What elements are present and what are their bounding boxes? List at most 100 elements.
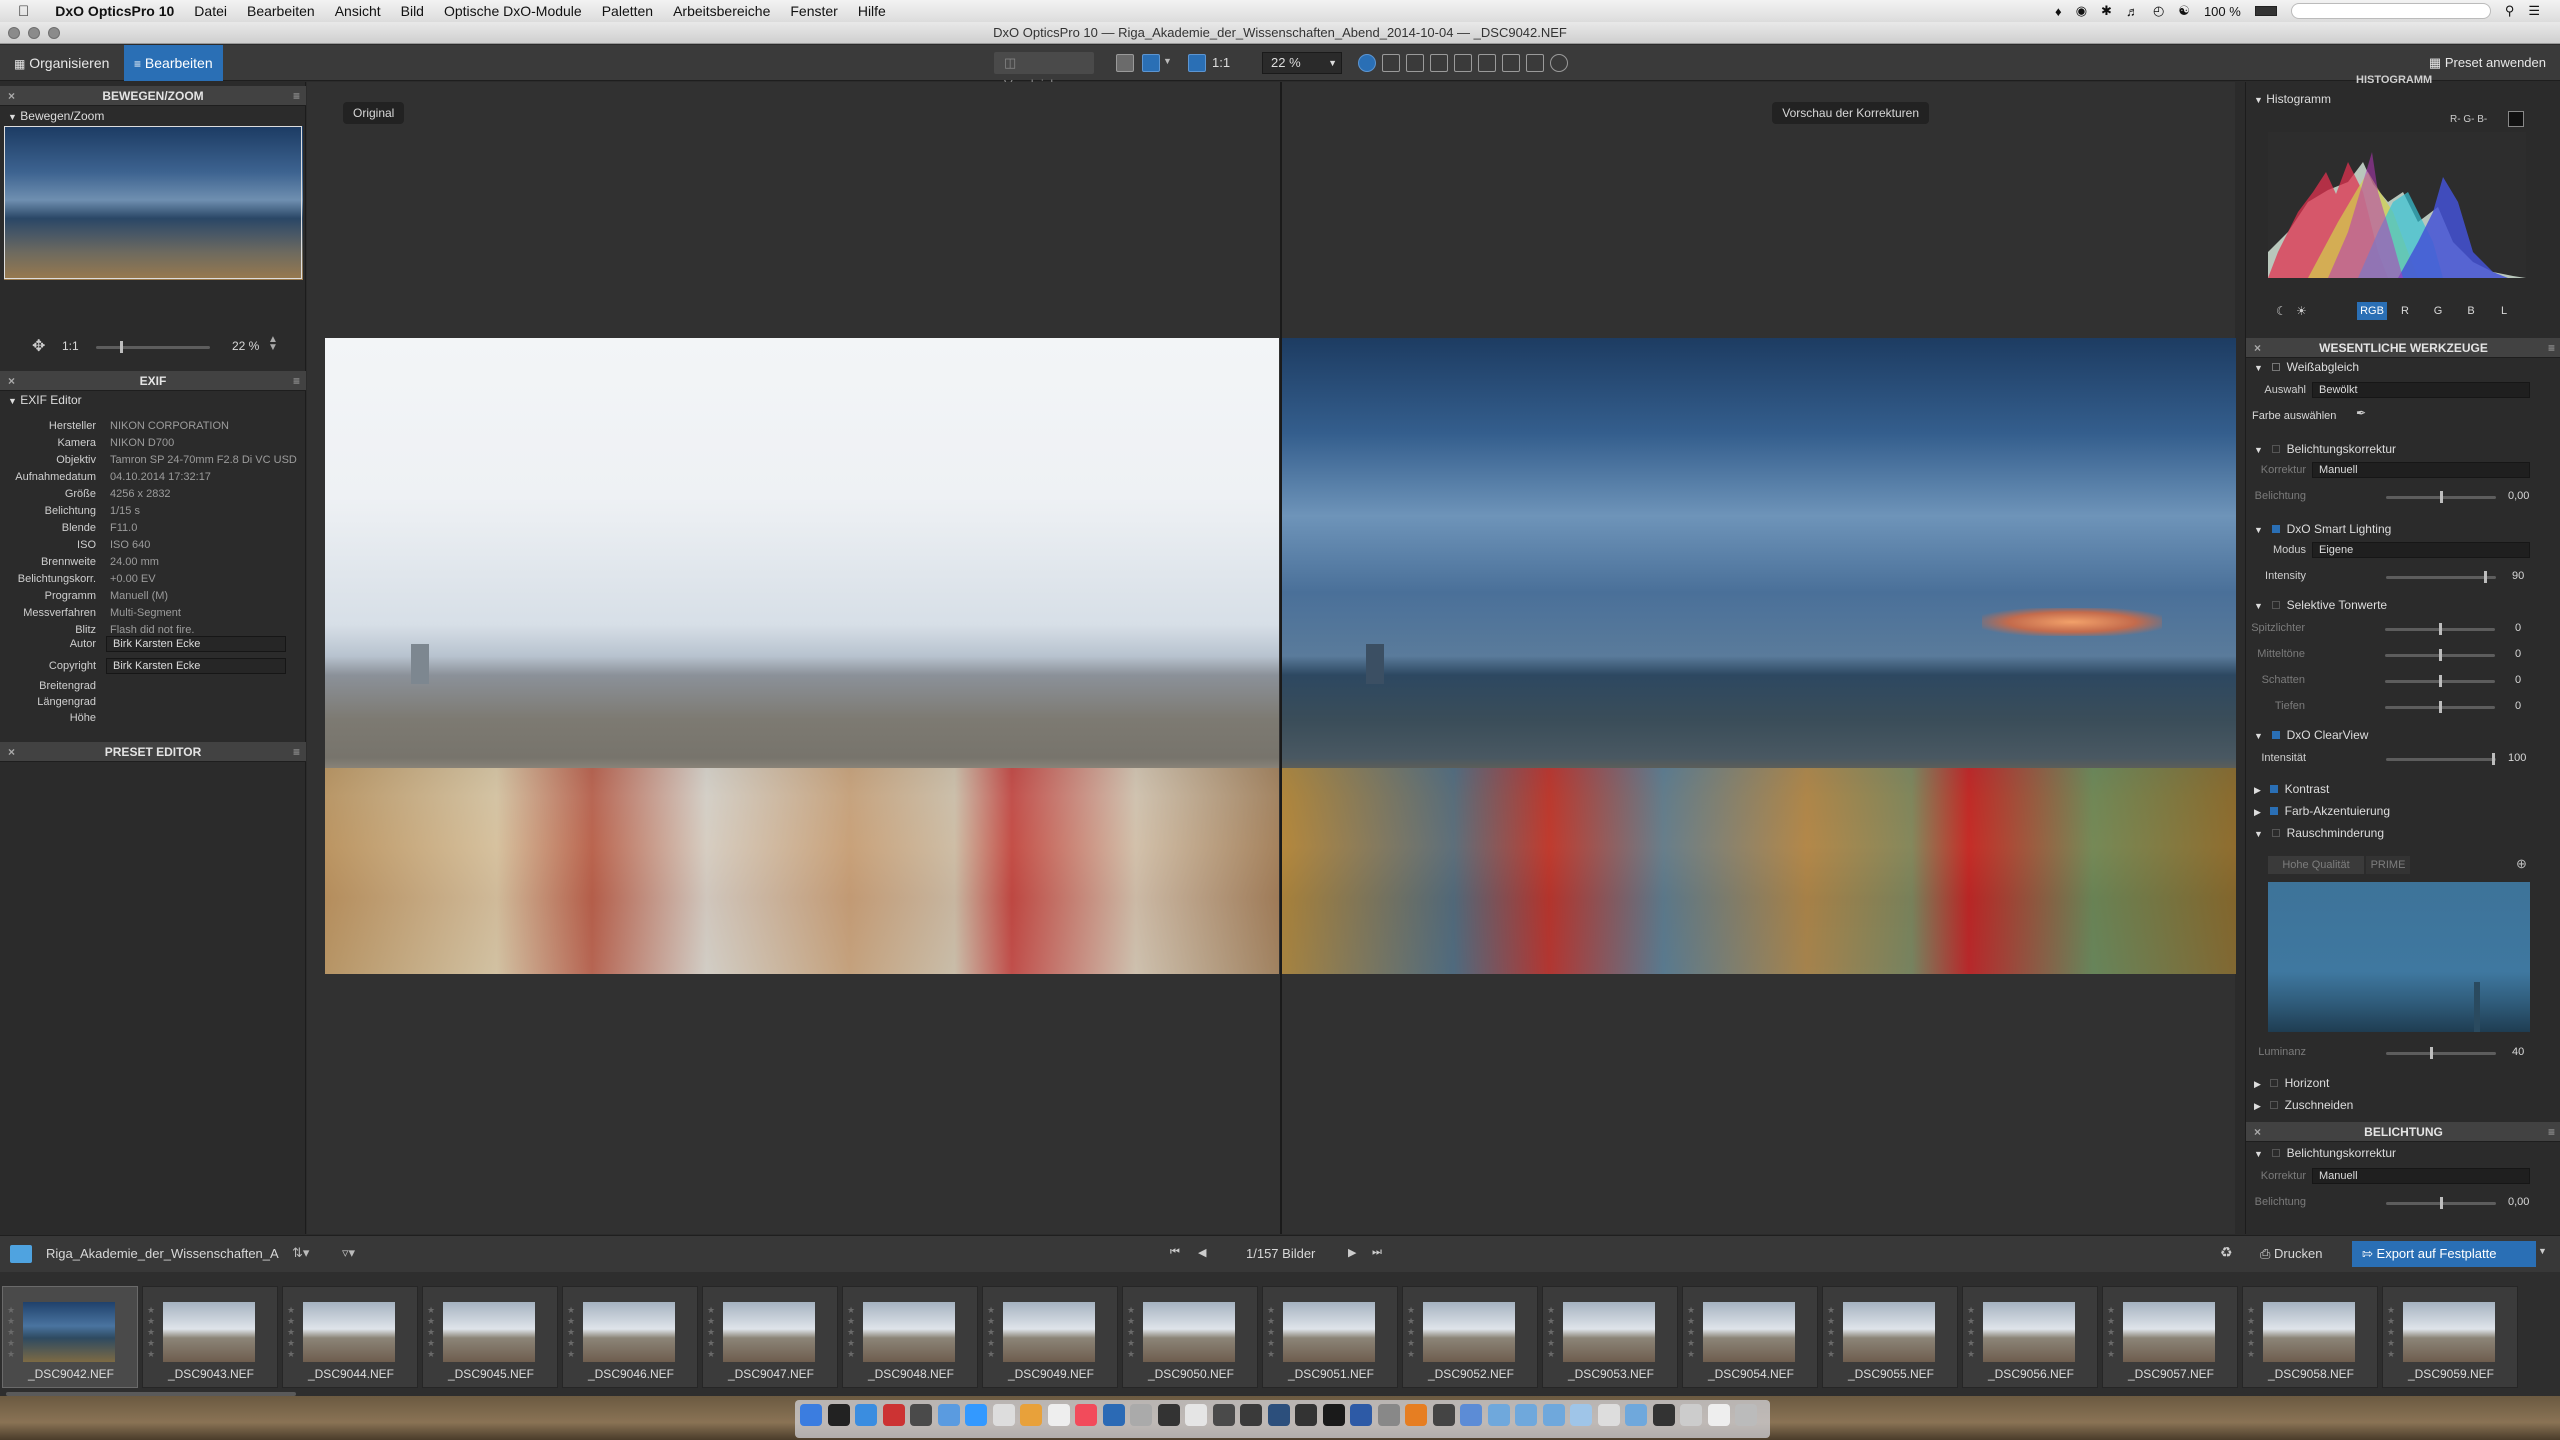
shadow-clipping-icon[interactable]: ☾ [2276,304,2287,318]
rating-stars-icon[interactable]: ★ ★ ★ ★ ★ [287,1305,297,1360]
enable-checkbox[interactable] [2270,1101,2279,1109]
filmstrip-thumbnail[interactable]: ★ ★ ★ ★ ★ _DSC9043.NEF [142,1286,278,1388]
repair-brush-icon[interactable] [1526,54,1544,72]
noise-luminance-value[interactable]: 40 [2512,1044,2524,1060]
enable-checkbox[interactable] [2272,363,2281,371]
music-icon[interactable] [1075,1404,1097,1426]
document-icon[interactable] [1597,1404,1620,1426]
word-icon[interactable] [1102,1404,1125,1426]
zoom-window-button[interactable] [48,27,60,39]
smart-mode-select[interactable]: Eigene [2312,542,2530,558]
app-icon[interactable] [1240,1404,1262,1426]
app-icon[interactable] [1185,1404,1207,1426]
filmstrip-thumbnail[interactable]: ★ ★ ★ ★ ★ _DSC9059.NEF [2382,1286,2518,1388]
perspective-rect-icon[interactable] [1478,54,1496,72]
list-icon[interactable]: ☰ [2528,3,2540,19]
menu-bild[interactable]: Bild [391,3,434,19]
notes-icon[interactable] [992,1404,1015,1426]
menu-arbeitsbereiche[interactable]: Arbeitsbereiche [663,3,780,19]
rating-stars-icon[interactable]: ★ ★ ★ ★ ★ [2247,1305,2257,1360]
enable-checkbox[interactable] [2270,1079,2279,1087]
filmstrip-thumbnail[interactable]: ★ ★ ★ ★ ★ _DSC9050.NEF [1122,1286,1258,1388]
panel-menu-icon[interactable]: ≡ [293,371,300,391]
channel-button-g[interactable]: G [2423,302,2453,320]
exposure2-corr-select[interactable]: Manuell [2312,1168,2530,1184]
smart-intensity-value[interactable]: 90 [2512,568,2524,584]
rating-stars-icon[interactable]: ★ ★ ★ ★ ★ [427,1305,437,1360]
enable-checkbox[interactable] [2270,807,2279,815]
exposure2-value[interactable]: 0,00 [2508,1194,2529,1210]
crop-tool-icon[interactable] [1382,54,1400,72]
filmstrip-thumbnail[interactable]: ★ ★ ★ ★ ★ _DSC9054.NEF [1682,1286,1818,1388]
filmstrip-thumbnail[interactable]: ★ ★ ★ ★ ★ _DSC9042.NEF [2,1286,138,1388]
photoshop-icon[interactable] [1267,1404,1290,1426]
filmstrip-thumbnail[interactable]: ★ ★ ★ ★ ★ _DSC9049.NEF [982,1286,1118,1388]
tone-slider[interactable] [2385,623,2495,635]
image-viewer[interactable]: Original Vorschau der Korrekturen [307,82,2236,1234]
filmstrip-thumbnail[interactable]: ★ ★ ★ ★ ★ _DSC9055.NEF [1822,1286,1958,1388]
menu-paletten[interactable]: Paletten [592,3,663,19]
original-photo[interactable] [325,338,1279,974]
tone-slider[interactable] [2385,701,2495,713]
copyright-field[interactable]: Birk Karsten Ecke [106,658,286,674]
organize-tab[interactable]: ▦ Organisieren [4,49,119,77]
itunes-icon[interactable] [1020,1404,1042,1426]
noise-prime-button[interactable]: PRIME [2366,856,2410,874]
navigator-viewport-frame[interactable] [4,126,302,279]
menu-app-name[interactable]: DxO OpticsPro 10 [39,3,184,19]
app-icon[interactable] [1157,1404,1180,1426]
tone-slider-knob[interactable] [2439,675,2442,687]
red-eye-icon[interactable] [1550,54,1568,72]
export-chevron-icon[interactable]: ▼ [2538,1246,2547,1256]
highlight-clipping-icon[interactable]: ☀ [2296,304,2307,318]
picker-tool-icon[interactable] [1406,54,1424,72]
filmstrip-thumbnail[interactable]: ★ ★ ★ ★ ★ _DSC9046.NEF [562,1286,698,1388]
trash-icon[interactable] [1735,1404,1757,1426]
menu-hilfe[interactable]: Hilfe [848,3,896,19]
close-panel-icon[interactable]: × [8,742,15,762]
filmstrip-thumbnail[interactable]: ★ ★ ★ ★ ★ _DSC9053.NEF [1542,1286,1678,1388]
rating-stars-icon[interactable]: ★ ★ ★ ★ ★ [1827,1305,1837,1360]
move-zoom-subheader[interactable]: ▼ Bewegen/Zoom [8,109,104,123]
exposure-value[interactable]: 0,00 [2508,488,2529,504]
folder-icon[interactable] [1570,1404,1592,1426]
folder-icon[interactable] [1515,1404,1537,1426]
close-panel-icon[interactable]: × [8,371,15,391]
horizon-header[interactable]: ▶ Horizont [2254,1076,2329,1090]
zoom-select[interactable]: 22 % ▼ [1262,52,1342,74]
move-icon[interactable] [1188,54,1206,72]
folder-icon[interactable] [1487,1404,1510,1426]
rating-stars-icon[interactable]: ★ ★ ★ ★ ★ [1127,1305,1137,1360]
app-icon[interactable] [1432,1404,1455,1426]
noise-luminance-slider[interactable] [2386,1047,2496,1059]
app-icon[interactable] [1652,1404,1675,1426]
smart-intensity-knob[interactable] [2484,571,2487,583]
dropbox-icon[interactable]: ♦ [2055,4,2062,19]
wb-select[interactable]: Bewölkt [2312,382,2530,398]
channel-button-l[interactable]: L [2489,302,2519,320]
enable-checkbox[interactable] [2272,829,2281,837]
last-image-icon[interactable]: ⏭ [1372,1246,1382,1259]
tone-slider-knob[interactable] [2439,649,2442,661]
filter-icon[interactable]: ▿▾ [342,1245,355,1261]
rating-stars-icon[interactable]: ★ ★ ★ ★ ★ [2387,1305,2397,1360]
exposure-section-header[interactable]: ▼ Belichtungskorrektur [2254,442,2396,456]
hand-tool-icon[interactable] [1358,54,1376,72]
tone-value[interactable]: 0 [2515,698,2521,714]
apple-icon[interactable]:  [0,3,39,20]
app-icon[interactable] [1130,1404,1152,1426]
author-field[interactable]: Birk Karsten Ecke [106,636,286,652]
eyedropper-icon[interactable]: ✒ [2356,406,2366,420]
clearview-value[interactable]: 100 [2508,750,2526,766]
archive-icon[interactable] [910,1404,932,1426]
noise-preview[interactable] [2268,882,2530,1032]
bluetooth-icon[interactable]: ✱ [2101,3,2112,19]
clearview-header[interactable]: ▼ DxO ClearView [2254,728,2368,742]
panel-menu-icon[interactable]: ≡ [293,86,300,106]
apply-preset-button[interactable]: ▦ Preset anwenden [2419,49,2556,77]
compare-button[interactable]: ◫ Vergleichen [994,52,1094,92]
single-view-icon[interactable] [1116,54,1134,72]
noise-luminance-knob[interactable] [2430,1047,2433,1059]
channel-button-b[interactable]: B [2456,302,2486,320]
close-window-button[interactable] [8,27,20,39]
